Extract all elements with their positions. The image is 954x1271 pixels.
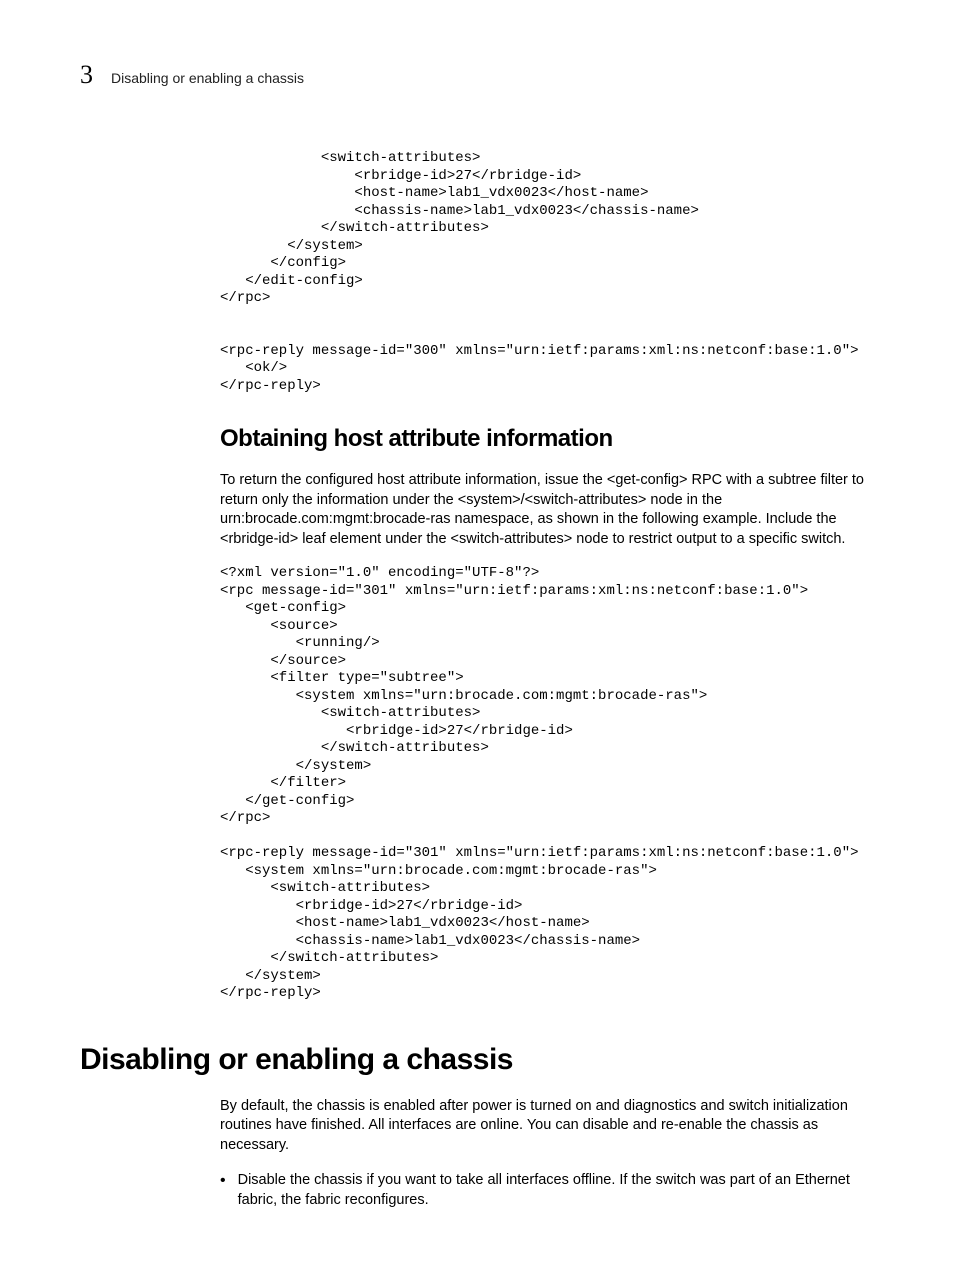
code-block-2: <?xml version="1.0" encoding="UTF-8"?> <… [220, 565, 874, 1003]
page-header: 3 Disabling or enabling a chassis [80, 60, 874, 90]
section-heading-disabling: Disabling or enabling a chassis [80, 1043, 874, 1077]
bullet-item: • Disable the chassis if you want to tak… [220, 1171, 874, 1210]
page: 3 Disabling or enabling a chassis <switc… [0, 0, 954, 1271]
section-heading-obtaining: Obtaining host attribute information [220, 425, 874, 453]
code-block-1: <switch-attributes> <rbridge-id>27</rbri… [220, 150, 874, 395]
paragraph-obtaining-desc: To return the configured host attribute … [220, 471, 874, 549]
bullet-icon: • [220, 1171, 226, 1210]
bullet-text: Disable the chassis if you want to take … [238, 1171, 874, 1210]
chapter-number: 3 [80, 60, 93, 90]
running-title: Disabling or enabling a chassis [111, 70, 304, 86]
paragraph-disabling-desc: By default, the chassis is enabled after… [220, 1097, 874, 1156]
